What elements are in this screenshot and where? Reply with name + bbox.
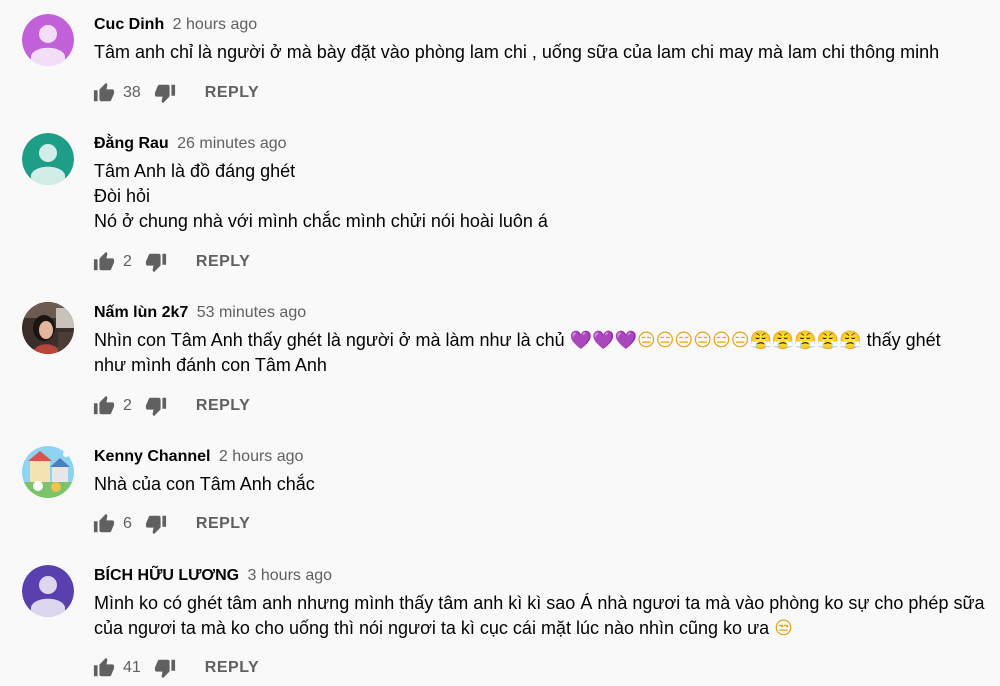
comment-line: Tâm Anh là đồ đáng ghét: [94, 161, 296, 181]
comment-time[interactable]: 2 hours ago: [219, 448, 304, 465]
reply-button[interactable]: REPLY: [196, 515, 250, 533]
dislike-button[interactable]: [144, 250, 168, 274]
comment-line: như mình đánh con Tâm Anh: [94, 355, 327, 375]
comment-line: Nó ở chung nhà với mình chắc mình chửi n…: [94, 211, 548, 231]
thumbs-down-icon: [154, 659, 175, 679]
author-name[interactable]: Đằng Rau: [94, 135, 169, 152]
like-button[interactable]: [92, 250, 116, 274]
steam-face-emoji: 😤: [749, 330, 772, 351]
steam-face-emoji: 😤: [794, 330, 817, 351]
comment-line: Tâm anh chỉ là người ở mà bày đặt vào ph…: [94, 42, 940, 62]
default-avatar-icon: [22, 565, 74, 617]
expressionless-face-emoji: 😑: [636, 330, 656, 351]
like-count: 38: [123, 84, 141, 101]
unamused-face-emoji: 😒: [774, 618, 793, 639]
thumbs-down-icon: [145, 397, 166, 417]
comment-line: Nhà của con Tâm Anh chắc: [94, 474, 315, 494]
like-count: 41: [123, 659, 141, 676]
comment-text: Tâm anh chỉ là người ở mà bày đặt vào ph…: [94, 40, 984, 65]
user-photo-icon: [22, 302, 74, 354]
expressionless-face-emoji: 😑: [674, 330, 694, 351]
comment-header: Đằng Rau 26 minutes ago: [94, 133, 287, 155]
default-avatar-icon: [22, 133, 74, 185]
comment-line: Đòi hỏi: [94, 186, 151, 206]
thumbs-up-icon: [93, 513, 115, 533]
comment-actions: 6 REPLY: [92, 512, 250, 536]
comment-actions: 41 REPLY: [92, 656, 259, 680]
like-count: 2: [123, 253, 132, 270]
cartoon-avatar-icon: [22, 446, 74, 498]
purple-heart-emoji: 💜: [592, 330, 615, 351]
comment-line-text: Nhìn con Tâm Anh thấy ghét là người ở mà…: [94, 330, 570, 350]
reply-button[interactable]: REPLY: [205, 84, 259, 102]
like-count: 6: [123, 515, 132, 532]
thumbs-up-icon: [93, 251, 115, 271]
comment-text: Tâm Anh là đồ đáng ghét Đòi hỏi Nó ở chu…: [94, 159, 984, 234]
comment-header: BÍCH HỮU LƯƠNG 3 hours ago: [94, 565, 332, 587]
comment-time[interactable]: 26 minutes ago: [177, 135, 286, 152]
default-avatar-icon: [22, 14, 74, 66]
steam-face-emoji: 😤: [839, 330, 862, 351]
dislike-button[interactable]: [153, 656, 177, 680]
expressionless-face-emoji: 😑: [693, 330, 712, 351]
expressionless-face-emoji: 😑: [730, 330, 750, 351]
like-button[interactable]: [92, 394, 116, 418]
steam-face-emoji: 😤: [771, 330, 795, 351]
thumbs-up-icon: [93, 657, 115, 677]
comment-text: Nhà của con Tâm Anh chắc: [94, 472, 984, 497]
comment-time[interactable]: 3 hours ago: [248, 567, 333, 584]
comment-header: Kenny Channel 2 hours ago: [94, 446, 303, 468]
avatar[interactable]: [22, 446, 74, 498]
expressionless-face-emoji: 😑: [655, 330, 675, 351]
purple-heart-emoji: 💜: [614, 330, 637, 351]
comment-actions: 2 REPLY: [92, 250, 250, 274]
comment-line: của ngươi ta mà ko cho uống thì nói ngươ…: [94, 616, 984, 641]
reply-button[interactable]: REPLY: [205, 659, 259, 677]
comment-time[interactable]: 2 hours ago: [173, 16, 258, 33]
like-button[interactable]: [92, 656, 116, 680]
author-name[interactable]: Kenny Channel: [94, 448, 210, 465]
author-name[interactable]: Nấm lùn 2k7: [94, 304, 188, 321]
steam-face-emoji: 😤: [816, 330, 840, 351]
comment-header: Cuc Dinh 2 hours ago: [94, 14, 257, 36]
thumbs-up-icon: [93, 82, 115, 102]
comment-header: Nấm lùn 2k7 53 minutes ago: [94, 302, 306, 324]
avatar[interactable]: [22, 302, 74, 354]
comment-text: Nhìn con Tâm Anh thấy ghét là người ở mà…: [94, 328, 984, 378]
comment-actions: 38 REPLY: [92, 81, 259, 105]
thumbs-down-icon: [154, 84, 175, 104]
author-name[interactable]: Cuc Dinh: [94, 16, 164, 33]
thumbs-down-icon: [145, 515, 166, 535]
comment-line-text: thấy ghét: [861, 330, 941, 350]
like-count: 2: [123, 397, 132, 414]
dislike-button[interactable]: [144, 512, 168, 536]
author-name[interactable]: BÍCH HỮU LƯƠNG: [94, 567, 239, 584]
avatar[interactable]: [22, 565, 74, 617]
comments-section: Cuc Dinh 2 hours ago Tâm anh chỉ là ngườ…: [0, 0, 1000, 686]
comment-actions: 2 REPLY: [92, 394, 250, 418]
purple-heart-emoji: 💜: [569, 330, 593, 351]
avatar[interactable]: [22, 14, 74, 66]
reply-button[interactable]: REPLY: [196, 253, 250, 271]
comment-text: Mình ko có ghét tâm anh nhưng mình thấy …: [94, 591, 985, 641]
thumbs-down-icon: [145, 253, 166, 273]
dislike-button[interactable]: [144, 394, 168, 418]
comment-time[interactable]: 53 minutes ago: [197, 304, 306, 321]
like-button[interactable]: [92, 81, 116, 105]
avatar[interactable]: [22, 133, 74, 185]
dislike-button[interactable]: [153, 81, 177, 105]
comment-line: Mình ko có ghét tâm anh nhưng mình thấy …: [94, 593, 985, 613]
comment-line: Nhìn con Tâm Anh thấy ghét là người ở mà…: [94, 328, 984, 353]
reply-button[interactable]: REPLY: [196, 397, 250, 415]
like-button[interactable]: [92, 512, 116, 536]
comment-line-text: của ngươi ta mà ko cho uống thì nói ngươ…: [94, 618, 775, 638]
thumbs-up-icon: [93, 395, 115, 415]
expressionless-face-emoji: 😑: [711, 330, 731, 351]
